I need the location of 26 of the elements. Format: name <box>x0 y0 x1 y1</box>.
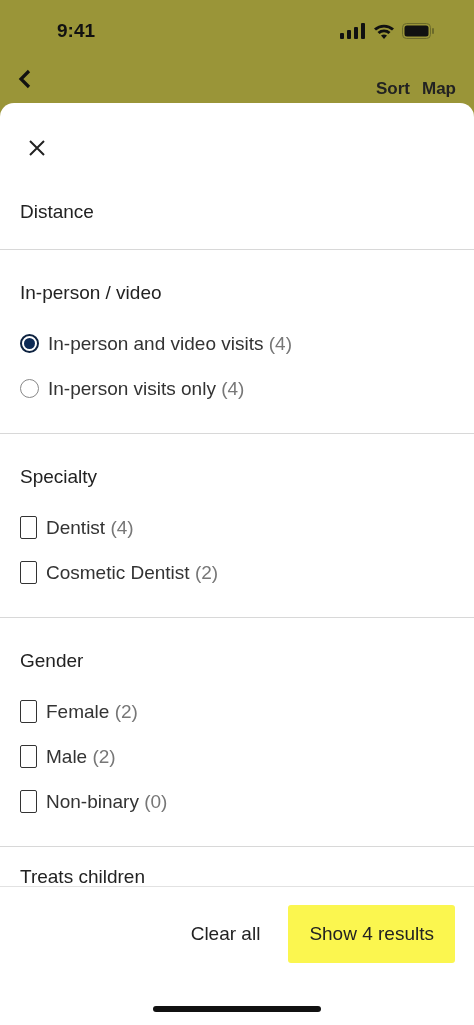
option-label: Female (2) <box>46 700 138 723</box>
signal-icon <box>340 23 366 39</box>
checkbox[interactable] <box>20 745 37 768</box>
radio-button[interactable] <box>20 334 39 353</box>
status-time: 9:41 <box>57 20 96 42</box>
option-label: Male (2) <box>46 745 116 768</box>
wifi-icon <box>373 23 395 39</box>
option-label: Cosmetic Dentist (2) <box>46 561 219 584</box>
checkbox[interactable] <box>20 790 37 813</box>
section-title: Specialty <box>20 465 99 489</box>
checkbox[interactable] <box>20 700 37 723</box>
section-title: Gender <box>20 649 85 673</box>
battery-icon <box>402 23 434 39</box>
option-label: In-person and video visits (4) <box>48 332 292 355</box>
clear-all-button[interactable]: Clear all <box>190 923 261 945</box>
nav-link[interactable]: Map <box>422 79 456 99</box>
section-title: In-person / video <box>20 281 163 305</box>
show-results-button[interactable]: Show 4 results <box>288 905 455 963</box>
option-label: In-person visits only (4) <box>48 377 245 400</box>
checkbox[interactable] <box>20 516 37 539</box>
option-label: Dentist (4) <box>46 516 134 539</box>
option-label: Non-binary (0) <box>46 790 168 813</box>
section-title: Treats children <box>20 865 146 886</box>
checkbox[interactable] <box>20 561 37 584</box>
nav-link[interactable]: Sort <box>376 79 410 99</box>
section-title: Distance <box>20 200 95 224</box>
